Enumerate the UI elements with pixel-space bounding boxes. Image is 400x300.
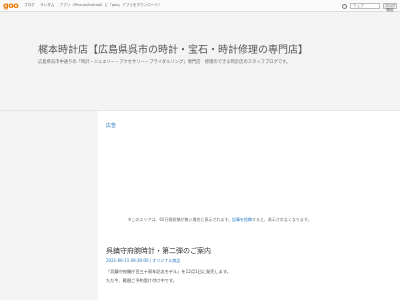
post-title[interactable]: 呉鎮守府腕時計・第二弾のご案内 (106, 246, 211, 256)
post-meta[interactable]: 2021-06-11 09:30:00 | オリジナル商品 (106, 258, 180, 264)
post-article-link[interactable]: 記事を投稿 (232, 217, 252, 222)
top-nav: ブログ ランダム アプリ（iPhone/Android）に「goo」アプリをダウ… (24, 3, 166, 8)
blog-title[interactable]: 梶本時計店【広島県呉市の時計・宝石・時計修理の専門店】 (38, 41, 308, 56)
nav-random-link[interactable]: ランダム (40, 3, 54, 7)
blog-start-button[interactable]: ブログ開設 (383, 3, 397, 12)
post-body-line: 「呉鎮守府開庁百三十周年記念モデル」を12月1日に発売します。 (106, 269, 231, 274)
top-search: ウェブ ブログ開設 (342, 2, 397, 12)
goo-logo[interactable]: goo (3, 1, 19, 10)
main-content: 広告 ※このエリアは、60日間投稿が無い場合に表示されます。記事を投稿すると、表… (98, 111, 400, 300)
promo-link[interactable]: アプリ（iPhone/Android）に「goo」アプリをダウンロード！ (59, 3, 161, 7)
post-body-line: ただ今、範囲ご予約受け付け中です。 (106, 278, 177, 283)
search-input[interactable]: ウェブ (350, 3, 380, 9)
ad-notice-prefix: ※このエリアは、60日間投稿が無い場合に表示されます。 (128, 217, 233, 222)
nav-blog-link[interactable]: ブログ (24, 3, 35, 7)
ad-notice-suffix: すると、表示されなくなります。 (252, 217, 312, 222)
ad-label: 広告 (106, 123, 117, 129)
search-icon (342, 3, 347, 9)
blog-header: 梶本時計店【広島県呉市の時計・宝石・時計修理の専門店】 広島県呉市中通りの「時計… (0, 13, 400, 110)
top-bar: goo ブログ ランダム アプリ（iPhone/Android）に「goo」アプ… (0, 0, 400, 12)
ad-notice: ※このエリアは、60日間投稿が無い場合に表示されます。記事を投稿すると、表示され… (128, 217, 312, 223)
blog-description: 広島県呉市中通りの「時計・ジュエリー・アクセサリー・ブライダルリング」専門店 修… (38, 60, 291, 65)
